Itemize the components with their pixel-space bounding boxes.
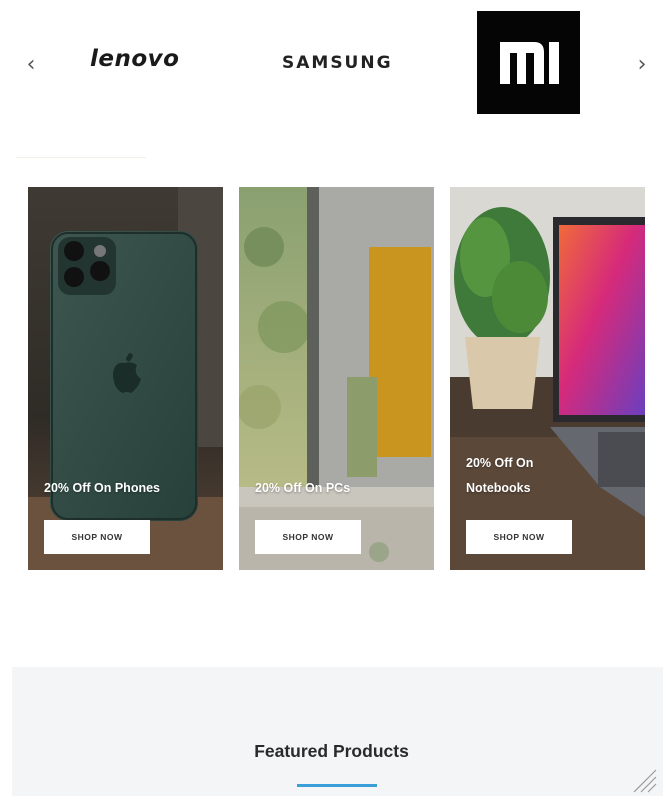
featured-products-section <box>12 667 663 796</box>
title-underline <box>297 784 377 787</box>
promo-card-notebooks[interactable]: 20% Off On Notebooks SHOP NOW <box>450 187 645 570</box>
carousel-next-arrow-icon[interactable]: › <box>630 50 654 78</box>
carousel-prev-arrow-icon[interactable]: ‹ <box>19 50 43 78</box>
phone-promo-image <box>28 187 223 570</box>
featured-products-title: Featured Products <box>254 741 409 761</box>
shop-now-button[interactable]: SHOP NOW <box>255 520 361 554</box>
divider <box>16 157 146 158</box>
notebook-promo-image <box>450 187 645 570</box>
pc-promo-image <box>239 187 434 570</box>
brand-logo-mi[interactable] <box>477 11 580 114</box>
mi-logo-icon <box>499 41 559 84</box>
shop-now-button[interactable]: SHOP NOW <box>466 520 572 554</box>
brand-logo-samsung[interactable]: SAMSUNG <box>282 53 393 73</box>
shop-now-button[interactable]: SHOP NOW <box>44 520 150 554</box>
resize-grip-icon[interactable] <box>630 766 658 794</box>
promo-label-line1: 20% Off On <box>466 456 534 470</box>
promo-label-line2: Notebooks <box>466 481 531 495</box>
brand-carousel: ‹ lenovo SAMSUNG › <box>0 0 663 125</box>
promo-card-pcs[interactable]: 20% Off On PCs SHOP NOW <box>239 187 434 570</box>
brand-logo-lenovo[interactable]: lenovo <box>90 46 179 72</box>
promo-label: 20% Off On Phones <box>44 481 160 495</box>
promo-card-phones[interactable]: 20% Off On Phones SHOP NOW <box>28 187 223 570</box>
promo-label: 20% Off On PCs <box>255 481 351 495</box>
